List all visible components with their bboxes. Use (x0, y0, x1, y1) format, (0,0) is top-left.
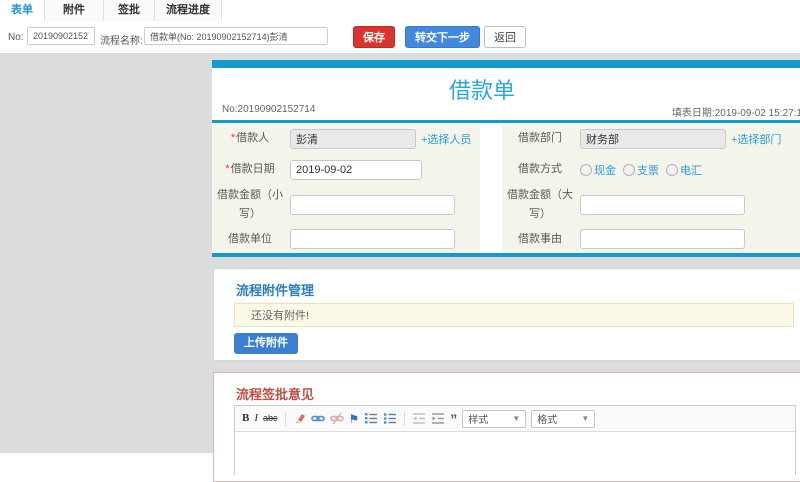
select-department-link[interactable]: +选择部门 (731, 131, 781, 147)
loan-form-panel: 借款单 No:20190902152714 填表日期:2019-09-02 15… (212, 60, 800, 257)
forward-next-step-button[interactable]: 转交下一步 (405, 26, 480, 48)
no-attachment-alert: 还没有附件! (234, 303, 794, 327)
loan-method-row: 借款方式 现金 支票 电汇 (502, 154, 800, 185)
link-icon[interactable] (310, 412, 325, 425)
divider (212, 253, 800, 257)
loan-date-input[interactable] (290, 159, 422, 180)
format-dropdown[interactable]: 格式 ▼ (531, 409, 596, 428)
blockquote-icon[interactable]: ” (450, 412, 457, 426)
tab-approval[interactable]: 签批 (104, 0, 155, 21)
save-button[interactable]: 保存 (353, 26, 395, 48)
radio-circle-icon (623, 163, 635, 176)
form-left-column: *借款人 +选择人员 *借款日期 借款金额（小写） 借款单位 (212, 123, 480, 253)
form-title: 借款单 (448, 78, 515, 103)
tab-attachments[interactable]: 附件 (45, 0, 104, 21)
department-row: 借款部门 +选择部门 (502, 123, 800, 154)
chevron-down-icon: ▼ (512, 414, 521, 423)
approval-section: 流程签批意见 B I abc ⚑ ” 样式 ▼ 格式 ▼ (213, 372, 800, 482)
tab-bar: 表单 附件 签批 流程进度 (0, 0, 800, 23)
radio-cheque[interactable]: 支票 (623, 162, 659, 178)
remove-format-icon[interactable] (293, 412, 306, 425)
styles-dropdown[interactable]: 样式 ▼ (462, 409, 527, 428)
upload-attachment-button[interactable]: 上传附件 (234, 333, 298, 354)
rich-text-editor: B I abc ⚑ ” 样式 ▼ 格式 ▼ (234, 405, 796, 476)
loan-reason-row: 借款事由 (502, 225, 800, 253)
form-right-column: 借款部门 +选择部门 借款方式 现金 支票 电汇 借款金额（大写） 借款事由 (502, 123, 800, 253)
fill-date-text: 填表日期:2019-09-02 15:27:1 (671, 108, 800, 119)
department-label: 借款部门 (518, 132, 562, 145)
approval-heading: 流程签批意见 (236, 387, 315, 402)
department-input[interactable] (580, 128, 726, 149)
strikethrough-icon[interactable]: abc (263, 414, 278, 423)
toolbar-separator (284, 411, 286, 426)
attachment-heading: 流程附件管理 (236, 283, 315, 298)
select-person-link[interactable]: +选择人员 (421, 131, 471, 147)
required-asterisk: * (225, 163, 230, 176)
amount-small-row: 借款金额（小写） (212, 185, 480, 225)
chevron-down-icon: ▼ (581, 414, 590, 423)
loan-unit-label: 借款单位 (228, 232, 272, 245)
toolbar-row: No: 流程名称: 保存 转交下一步 返回 (0, 22, 800, 54)
editor-content-area[interactable] (235, 432, 795, 476)
toolbar-separator (404, 411, 406, 426)
amount-big-row: 借款金额（大写） (502, 185, 800, 225)
form-number-text: No:20190902152714 (222, 104, 316, 115)
ordered-list-icon[interactable] (364, 412, 378, 425)
loan-reason-label: 借款事由 (518, 232, 562, 245)
process-name-label: 流程名称: (100, 36, 143, 47)
panel-top-bar (212, 60, 800, 68)
indent-icon[interactable] (431, 412, 445, 425)
italic-icon[interactable]: I (254, 413, 258, 424)
no-input[interactable] (27, 27, 95, 45)
radio-wire-transfer[interactable]: 电汇 (666, 162, 702, 178)
outdent-icon[interactable] (412, 412, 426, 425)
loan-reason-input[interactable] (580, 229, 745, 249)
tab-form[interactable]: 表单 (0, 0, 45, 21)
amount-big-input[interactable] (580, 195, 745, 215)
attachment-section: 流程附件管理 还没有附件! 上传附件 (213, 268, 800, 361)
amount-small-input[interactable] (290, 195, 455, 215)
loan-unit-input[interactable] (290, 229, 455, 249)
editor-toolbar: B I abc ⚑ ” 样式 ▼ 格式 ▼ (235, 406, 795, 432)
unlink-icon[interactable] (329, 412, 344, 425)
anchor-flag-icon[interactable]: ⚑ (349, 413, 360, 425)
loan-method-label: 借款方式 (518, 163, 562, 176)
loan-unit-row: 借款单位 (212, 225, 480, 253)
no-label: No: (8, 32, 24, 43)
radio-circle-icon (666, 163, 678, 176)
radio-cash[interactable]: 现金 (580, 162, 616, 178)
loan-date-row: *借款日期 (212, 154, 480, 185)
back-button[interactable]: 返回 (484, 26, 526, 48)
tab-process-progress[interactable]: 流程进度 (155, 0, 222, 21)
radio-circle-icon (580, 163, 592, 176)
borrower-label: *借款人 (230, 132, 270, 145)
amount-small-label: 借款金额（小写） (217, 189, 283, 220)
bold-icon[interactable]: B (242, 413, 249, 424)
unordered-list-icon[interactable] (383, 412, 397, 425)
amount-big-label: 借款金额（大写） (507, 189, 573, 220)
required-asterisk: * (230, 132, 236, 145)
borrower-input[interactable] (290, 128, 416, 149)
borrower-row: *借款人 +选择人员 (212, 123, 480, 154)
loan-date-label: *借款日期 (225, 163, 275, 176)
process-name-input[interactable] (144, 27, 328, 45)
